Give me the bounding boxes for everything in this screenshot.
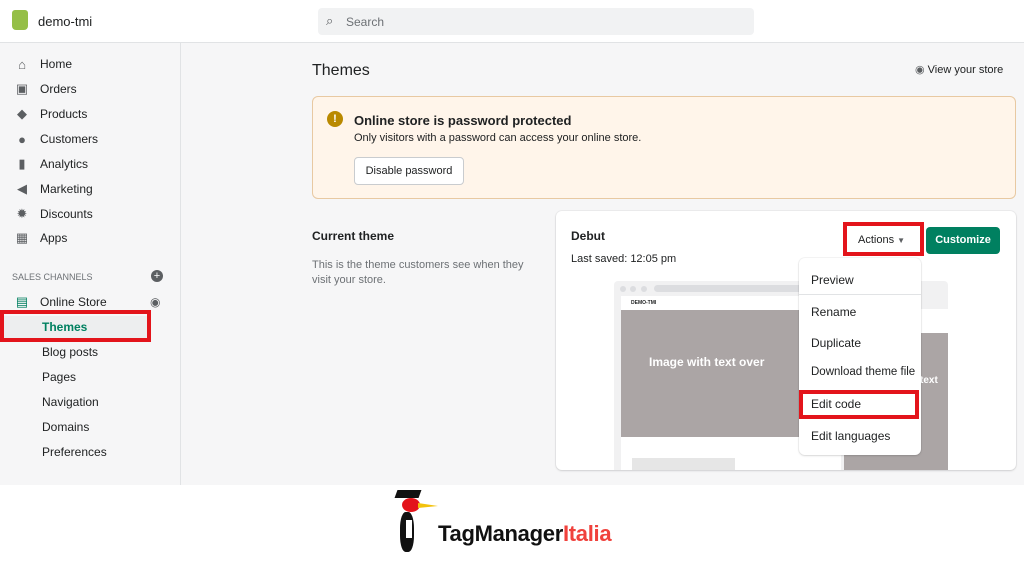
- highlight-actions: [843, 222, 924, 256]
- label: Discounts: [40, 207, 93, 221]
- label: Home: [40, 57, 73, 71]
- current-theme-description: This is the theme customers see when the…: [312, 259, 524, 286]
- person-icon: ●: [18, 131, 26, 147]
- actions-menu: Preview Rename Duplicate Download theme …: [799, 258, 921, 455]
- search-placeholder: Search: [346, 15, 385, 29]
- preview-brand: DEMO-TMI: [631, 300, 657, 306]
- eye-icon[interactable]: ◉: [150, 295, 160, 309]
- label: Analytics: [40, 157, 89, 171]
- logo-text-red: Italia: [562, 521, 612, 546]
- customize-button[interactable]: Customize: [926, 227, 1000, 254]
- tag-icon: ◆: [17, 106, 27, 121]
- logo-text-black: TagManager: [438, 521, 563, 546]
- sidebar-item-discounts[interactable]: ✹ Discounts: [0, 203, 181, 225]
- sidebar-item-blog-posts[interactable]: Blog posts: [0, 341, 181, 363]
- top-bar: demo-tmi ⌕ Search: [0, 0, 1024, 43]
- sidebar-item-analytics[interactable]: ▮ Analytics: [0, 153, 181, 175]
- sidebar-item-navigation[interactable]: Navigation: [0, 391, 181, 413]
- menu-item-rename[interactable]: Rename: [811, 305, 856, 319]
- theme-name: Debut: [571, 229, 605, 243]
- highlight-themes: [0, 310, 151, 342]
- sidebar-item-marketing[interactable]: ◀ Marketing: [0, 178, 181, 200]
- search-icon: ⌕: [326, 13, 334, 28]
- disable-password-button[interactable]: Disable password: [354, 157, 464, 185]
- sidebar: ⌂ Home ▣ Orders ◆ Products ● Customers ▮ Anal…: [0, 43, 181, 485]
- sidebar-item-home[interactable]: ⌂ Home: [0, 53, 181, 75]
- orders-icon: ▣: [15, 81, 29, 96]
- add-channel-icon[interactable]: +: [151, 270, 163, 282]
- sidebar-item-domains[interactable]: Domains: [0, 416, 181, 438]
- discount-icon: ✹: [16, 206, 28, 221]
- menu-item-preview[interactable]: Preview: [811, 273, 854, 287]
- bar-chart-icon: ▮: [18, 156, 26, 171]
- woodpecker-logo-icon: [392, 490, 438, 555]
- warning-icon: !: [327, 111, 343, 127]
- home-icon: ⌂: [18, 56, 26, 72]
- page-title: Themes: [312, 62, 370, 79]
- search-input[interactable]: ⌕ Search: [318, 8, 754, 35]
- menu-item-duplicate[interactable]: Duplicate: [811, 336, 861, 350]
- banner-text: Only visitors with a password can access…: [354, 132, 642, 144]
- password-banner: ! Online store is password protected Onl…: [312, 96, 1016, 199]
- view-store-label: View your store: [927, 64, 1004, 76]
- label: Online Store: [40, 295, 107, 309]
- last-saved: Last saved: 12:05 pm: [571, 253, 677, 265]
- apps-icon: ▦: [15, 230, 29, 245]
- label: Apps: [40, 231, 68, 245]
- sidebar-item-preferences[interactable]: Preferences: [0, 441, 181, 463]
- menu-divider: [799, 294, 921, 295]
- shopify-logo-icon[interactable]: [12, 10, 28, 30]
- label: Marketing: [40, 182, 93, 196]
- sidebar-item-products[interactable]: ◆ Products: [0, 103, 181, 125]
- menu-item-edit-languages[interactable]: Edit languages: [811, 429, 890, 443]
- eye-icon: ◉: [915, 64, 925, 76]
- view-store-link[interactable]: ◉ View your store: [915, 63, 1003, 76]
- sidebar-item-orders[interactable]: ▣ Orders: [0, 78, 181, 100]
- sidebar-item-apps[interactable]: ▦ Apps: [0, 227, 181, 249]
- preview-heading: Image with text over: [649, 355, 765, 369]
- tagmanageritalia-logo: TagManagerItalia: [438, 521, 612, 547]
- highlight-edit-code: [799, 390, 919, 419]
- label: Customers: [40, 132, 99, 146]
- banner-title: Online store is password protected: [354, 113, 572, 128]
- label: Products: [40, 107, 88, 121]
- sales-channels-label: SALES CHANNELS: [12, 272, 93, 282]
- menu-item-download-theme-file[interactable]: Download theme file: [811, 366, 915, 378]
- store-icon: ▤: [15, 294, 29, 309]
- preview-mobile-heading: text: [920, 375, 938, 386]
- current-theme-heading: Current theme: [312, 229, 395, 243]
- store-name[interactable]: demo-tmi: [38, 14, 92, 29]
- megaphone-icon: ◀: [17, 181, 27, 196]
- label: Orders: [40, 82, 77, 96]
- sidebar-item-pages[interactable]: Pages: [0, 366, 181, 388]
- sidebar-item-customers[interactable]: ● Customers: [0, 128, 181, 150]
